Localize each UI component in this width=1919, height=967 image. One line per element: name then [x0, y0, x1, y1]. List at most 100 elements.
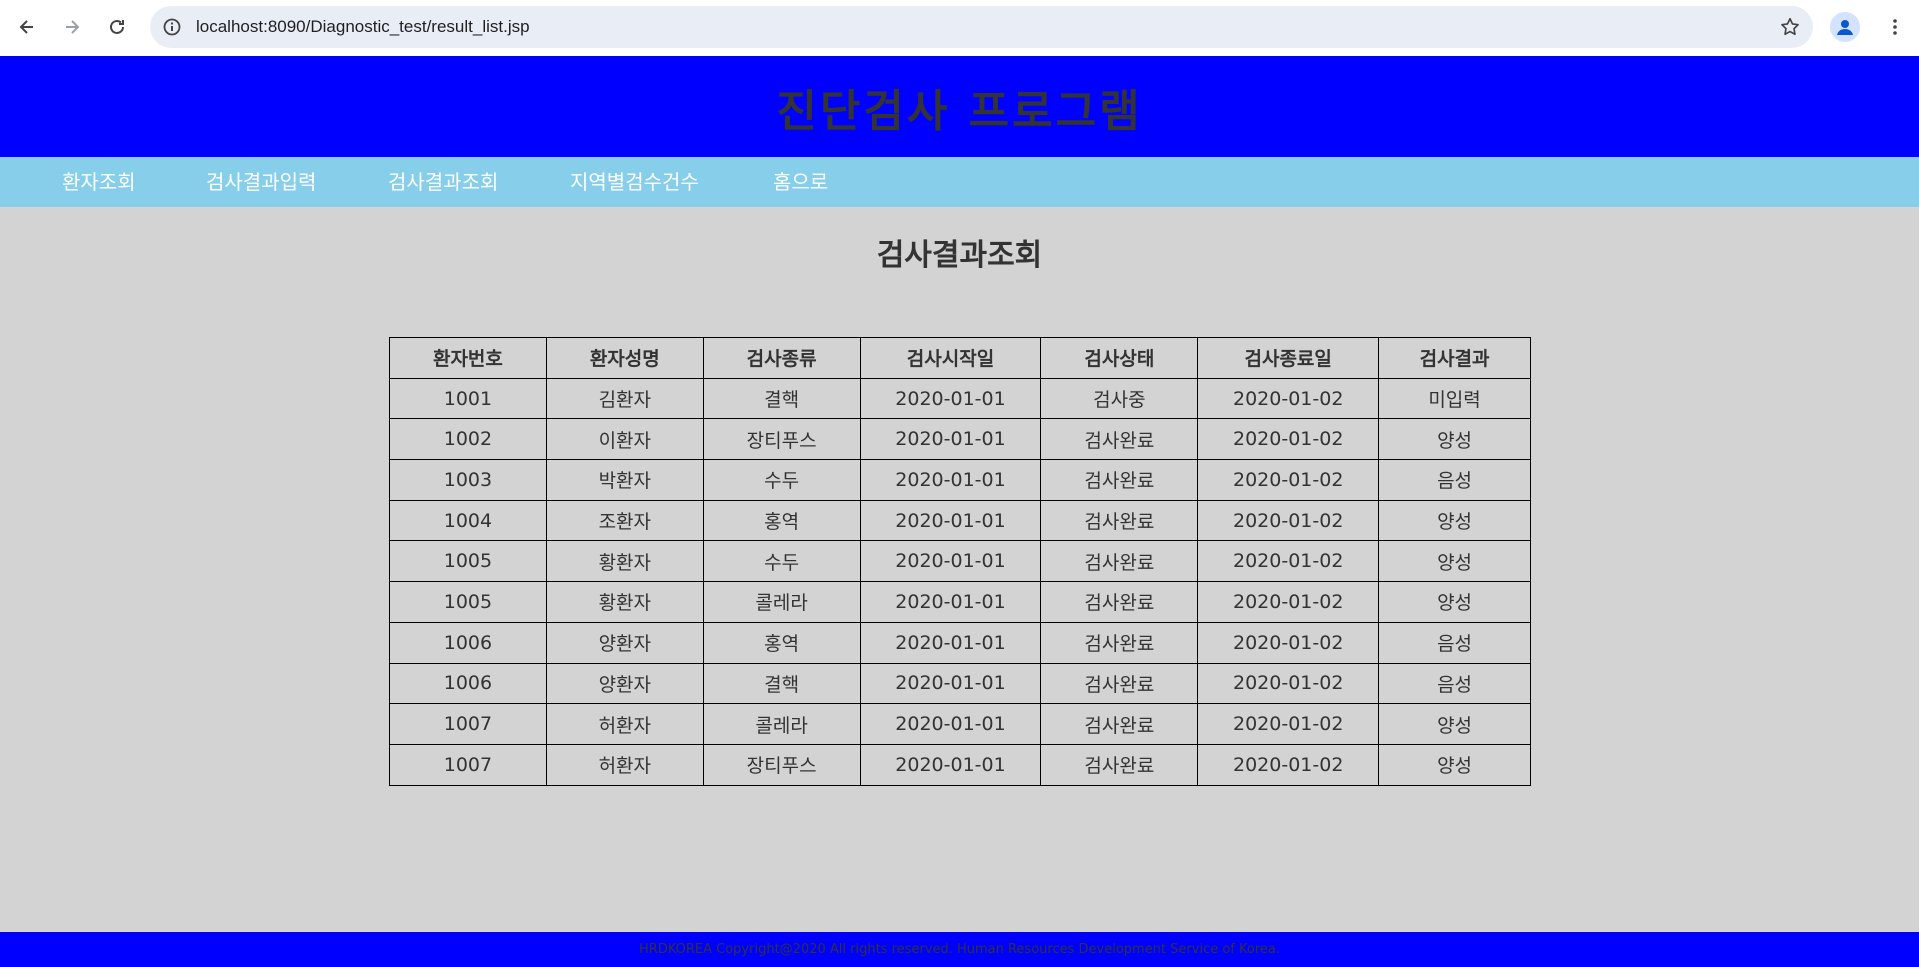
browser-toolbar: localhost:8090/Diagnostic_test/result_li… [0, 0, 1919, 56]
reload-button[interactable] [100, 10, 134, 44]
result-cell: 양성 [1378, 581, 1531, 623]
result-cell: 양성 [1378, 743, 1531, 786]
patient-name-cell: 허환자 [545, 703, 704, 745]
end-date-cell: 2020-01-02 [1197, 743, 1380, 786]
end-date-cell: 2020-01-02 [1197, 499, 1380, 542]
result-cell: 미입력 [1378, 377, 1531, 420]
test-type-cell: 수두 [702, 540, 861, 583]
page-footer: HRDKOREA Copyright@2020 All rights reser… [0, 932, 1919, 967]
test-type-cell: 장티푸스 [702, 418, 861, 461]
patient-name-cell: 허환자 [545, 743, 704, 786]
result-cell: 음성 [1378, 459, 1531, 501]
patient-id-cell: 1004 [389, 499, 547, 542]
start-date-cell: 2020-01-01 [859, 621, 1042, 664]
patient-id-cell: 1007 [389, 743, 547, 786]
end-date-cell: 2020-01-02 [1197, 703, 1380, 745]
patient-id-cell: 1002 [389, 418, 547, 461]
table-row: 1007 허환자 콜레라 2020-01-01 검사완료 2020-01-02 양성 [389, 703, 1531, 745]
table-row: 1005 황환자 콜레라 2020-01-01 검사완료 2020-01-02 양성 [389, 581, 1531, 623]
table-row: 1002 이환자 장티푸스 2020-01-01 검사완료 2020-01-02 양성 [389, 418, 1531, 461]
start-date-cell: 2020-01-01 [859, 418, 1042, 461]
patient-id-cell: 1007 [389, 703, 547, 745]
test-type-cell: 콜레라 [702, 703, 861, 745]
status-cell: 검사중 [1040, 377, 1199, 420]
column-header: 검사결과 [1378, 337, 1531, 379]
status-cell: 검사완료 [1040, 743, 1199, 786]
profile-button[interactable] [1830, 12, 1860, 42]
nav-item-result-input[interactable]: 검사결과입력 [206, 157, 316, 207]
end-date-cell: 2020-01-02 [1197, 418, 1380, 461]
nav-item-home[interactable]: 홈으로 [773, 157, 828, 207]
test-type-cell: 홍역 [702, 621, 861, 664]
url-text[interactable]: localhost:8090/Diagnostic_test/result_li… [196, 6, 530, 48]
result-cell: 음성 [1378, 621, 1531, 664]
patient-name-cell: 양환자 [545, 621, 704, 664]
site-title: 진단검사 프로그램 [776, 85, 1143, 137]
patient-id-cell: 1005 [389, 540, 547, 583]
status-cell: 검사완료 [1040, 621, 1199, 664]
browser-menu-button[interactable] [1880, 12, 1910, 42]
test-type-cell: 콜레라 [702, 581, 861, 623]
reload-icon [110, 19, 124, 34]
result-cell: 양성 [1378, 418, 1531, 461]
column-header: 검사시작일 [859, 337, 1042, 379]
end-date-cell: 2020-01-02 [1197, 662, 1380, 705]
table-row: 1003 박환자 수두 2020-01-01 검사완료 2020-01-02 음성 [389, 459, 1531, 501]
nav-item-result-list[interactable]: 검사결과조회 [388, 157, 498, 207]
avatar-icon [1837, 20, 1853, 35]
table-row: 1005 황환자 수두 2020-01-01 검사완료 2020-01-02 양성 [389, 540, 1531, 583]
address-bar[interactable]: localhost:8090/Diagnostic_test/result_li… [150, 6, 1813, 48]
copyright-text: HRDKOREA Copyright@2020 All rights reser… [639, 942, 1280, 957]
patient-name-cell: 황환자 [545, 540, 704, 583]
table-row: 1006 양환자 홍역 2020-01-01 검사완료 2020-01-02 음성 [389, 621, 1531, 664]
start-date-cell: 2020-01-01 [859, 377, 1042, 420]
result-cell: 양성 [1378, 703, 1531, 745]
end-date-cell: 2020-01-02 [1197, 377, 1380, 420]
start-date-cell: 2020-01-01 [859, 703, 1042, 745]
nav-item-patient-list[interactable]: 환자조회 [62, 157, 136, 207]
patient-id-cell: 1006 [389, 662, 547, 705]
table-row: 1006 양환자 결핵 2020-01-01 검사완료 2020-01-02 음성 [389, 662, 1531, 705]
info-icon[interactable] [162, 17, 182, 37]
status-cell: 검사완료 [1040, 540, 1199, 583]
table-row: 1004 조환자 홍역 2020-01-01 검사완료 2020-01-02 양성 [389, 499, 1531, 542]
status-cell: 검사완료 [1040, 459, 1199, 501]
column-header: 환자성명 [545, 337, 704, 379]
start-date-cell: 2020-01-01 [859, 540, 1042, 583]
column-header: 환자번호 [389, 337, 547, 379]
start-date-cell: 2020-01-01 [859, 581, 1042, 623]
patient-id-cell: 1005 [389, 581, 547, 623]
start-date-cell: 2020-01-01 [859, 662, 1042, 705]
arrow-left-icon [19, 20, 33, 34]
test-type-cell: 결핵 [702, 662, 861, 705]
main-nav: 환자조회 검사결과입력 검사결과조회 지역별검수건수 홈으로 [0, 157, 1919, 207]
table-row: 1001 김환자 결핵 2020-01-01 검사중 2020-01-02 미입력 [389, 377, 1531, 420]
patient-id-cell: 1001 [389, 377, 547, 420]
patient-name-cell: 김환자 [545, 377, 704, 420]
patient-id-cell: 1003 [389, 459, 547, 501]
column-header: 검사종류 [702, 337, 861, 379]
end-date-cell: 2020-01-02 [1197, 540, 1380, 583]
patient-id-cell: 1006 [389, 621, 547, 664]
column-header: 검사상태 [1040, 337, 1199, 379]
status-cell: 검사완료 [1040, 662, 1199, 705]
status-cell: 검사완료 [1040, 418, 1199, 461]
page-header: 진단검사 프로그램 [0, 56, 1919, 157]
patient-name-cell: 박환자 [545, 459, 704, 501]
forward-button[interactable] [55, 10, 89, 44]
end-date-cell: 2020-01-02 [1197, 459, 1380, 501]
table-header-row: 환자번호 환자성명 검사종류 검사시작일 검사상태 검사종료일 검사결과 [389, 337, 1531, 379]
result-cell: 양성 [1378, 540, 1531, 583]
result-cell: 음성 [1378, 662, 1531, 705]
back-button[interactable] [10, 10, 44, 44]
start-date-cell: 2020-01-01 [859, 743, 1042, 786]
patient-name-cell: 이환자 [545, 418, 704, 461]
table-row: 1007 허환자 장티푸스 2020-01-01 검사완료 2020-01-02 양성 [389, 743, 1531, 786]
test-type-cell: 홍역 [702, 499, 861, 542]
status-cell: 검사완료 [1040, 499, 1199, 542]
result-cell: 양성 [1378, 499, 1531, 542]
status-cell: 검사완료 [1040, 703, 1199, 745]
results-table: 환자번호 환자성명 검사종류 검사시작일 검사상태 검사종료일 검사결과 100… [389, 337, 1531, 786]
nav-item-region-count[interactable]: 지역별검수건수 [570, 157, 699, 207]
bookmark-star-icon[interactable] [1779, 16, 1801, 38]
